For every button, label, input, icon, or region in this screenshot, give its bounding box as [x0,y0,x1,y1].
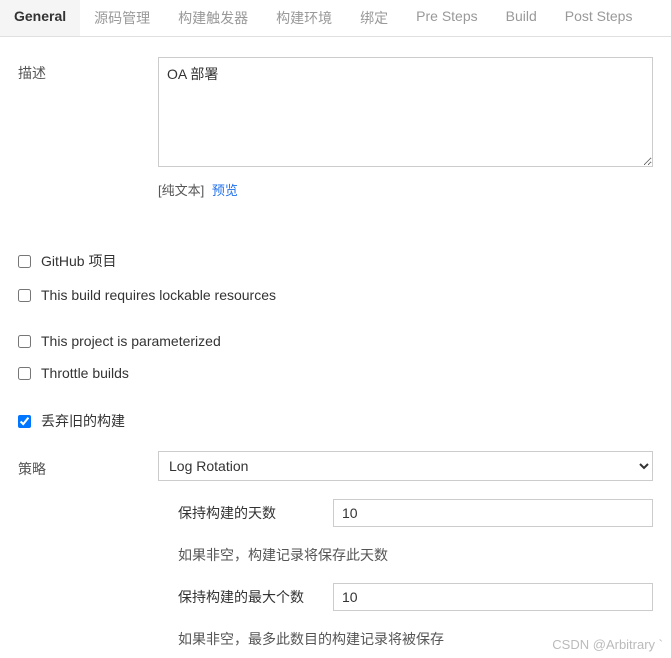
description-format: [纯文本] [158,183,204,198]
parameterized-checkbox[interactable] [18,335,31,348]
tab-scm[interactable]: 源码管理 [80,0,164,36]
days-to-keep-input[interactable] [333,499,653,527]
lockable-checkbox[interactable] [18,289,31,302]
description-textarea[interactable]: OA 部署 [158,57,653,167]
tab-build[interactable]: Build [492,0,551,36]
tab-bindings[interactable]: 绑定 [346,0,402,36]
description-label: 描述 [18,57,158,199]
tab-post-steps[interactable]: Post Steps [551,0,647,36]
tab-triggers[interactable]: 构建触发器 [164,0,262,36]
github-project-row: GitHub 项目 [18,243,653,279]
lockable-row: This build requires lockable resources [18,279,653,311]
parameterized-row: This project is parameterized [18,325,653,357]
throttle-checkbox[interactable] [18,367,31,380]
general-panel: 描述 OA 部署 [纯文本] 预览 GitHub 项目 This build r… [0,37,671,649]
tab-general[interactable]: General [0,0,80,36]
preview-link[interactable]: 预览 [212,183,238,198]
github-project-checkbox[interactable] [18,255,31,268]
max-builds-help: 如果非空，最多此数目的构建记录将被保存 [178,629,653,649]
tab-pre-steps[interactable]: Pre Steps [402,0,491,36]
max-builds-input[interactable] [333,583,653,611]
discard-old-label[interactable]: 丢弃旧的构建 [41,411,125,431]
discard-old-row: 丢弃旧的构建 [18,403,653,439]
max-builds-label: 保持构建的最大个数 [178,587,333,607]
throttle-label[interactable]: Throttle builds [41,365,129,381]
tab-env[interactable]: 构建环境 [262,0,346,36]
config-tabs: General 源码管理 构建触发器 构建环境 绑定 Pre Steps Bui… [0,0,671,37]
days-to-keep-help: 如果非空，构建记录将保存此天数 [178,545,653,565]
parameterized-label[interactable]: This project is parameterized [41,333,221,349]
strategy-label: 策略 [18,453,158,479]
strategy-select[interactable]: Log Rotation [158,451,653,481]
throttle-row: Throttle builds [18,357,653,389]
lockable-label[interactable]: This build requires lockable resources [41,287,276,303]
github-project-label[interactable]: GitHub 项目 [41,251,116,271]
days-to-keep-label: 保持构建的天数 [178,503,333,523]
discard-old-checkbox[interactable] [18,415,31,428]
